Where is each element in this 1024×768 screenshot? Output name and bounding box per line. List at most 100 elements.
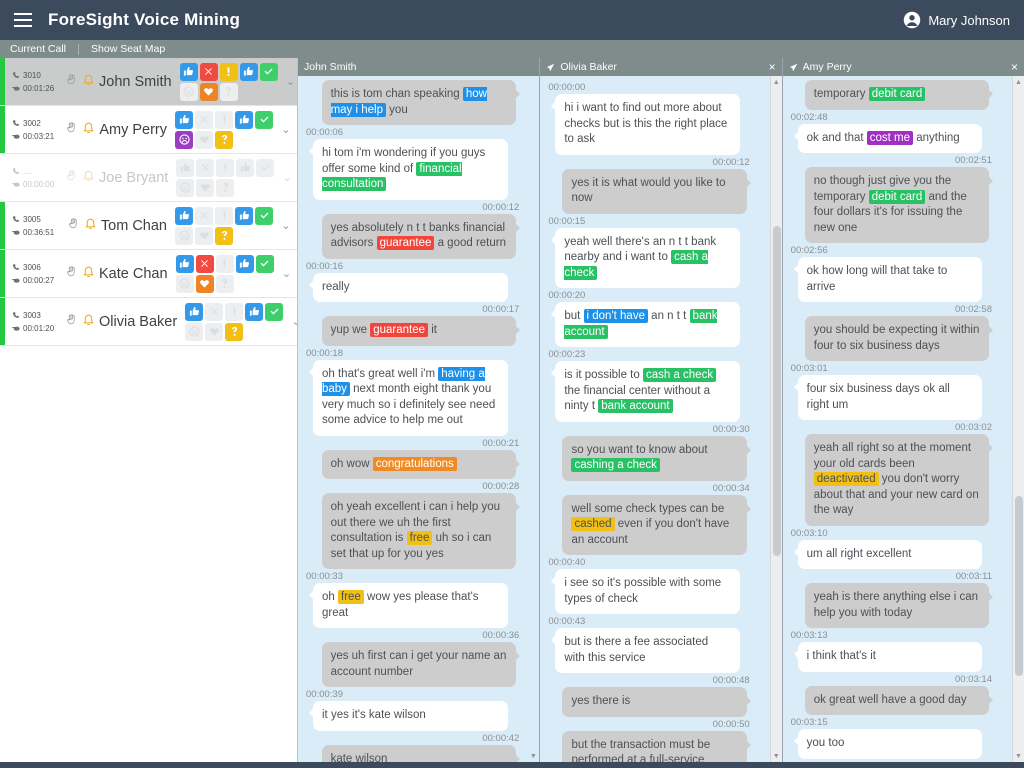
agent-message-bubble: yeah is there anything else i can help y… [804, 583, 994, 628]
thumbs-up-icon[interactable] [175, 206, 193, 225]
call-list-item-kate-chan[interactable]: 3006 00:00:27 Kate Chan ⌄ [0, 250, 297, 298]
sad-face-icon[interactable] [175, 274, 194, 293]
exclamation-icon[interactable] [215, 110, 233, 129]
x-icon[interactable] [196, 158, 215, 177]
hand-icon[interactable] [65, 73, 78, 91]
heart-icon[interactable] [195, 226, 213, 245]
call-list-item-tom-chan[interactable]: 3005 00:36:51 Tom Chan ⌄ [0, 202, 297, 250]
thumbs-up-icon[interactable] [235, 110, 253, 129]
scroll-down-icon[interactable]: ▼ [527, 750, 539, 762]
heart-icon[interactable] [195, 274, 214, 293]
question-icon[interactable] [216, 178, 235, 197]
thumbs-up-icon[interactable] [175, 254, 194, 273]
question-icon[interactable] [215, 274, 234, 293]
x-icon[interactable] [195, 206, 213, 225]
bell-icon[interactable] [82, 169, 95, 187]
close-icon[interactable]: × [769, 61, 776, 73]
call-list-item-john-smith[interactable]: 3010 00:01:26 John Smith ⌄ [0, 58, 297, 106]
agent-message-bubble: temporary debit card [804, 80, 994, 110]
chevron-down-icon[interactable]: ⌄ [285, 315, 297, 328]
message-timestamp: 00:00:00 [548, 82, 586, 93]
x-icon[interactable] [195, 110, 213, 129]
agent-message-bubble: well some check types can be cashed even… [562, 494, 751, 555]
call-list-item-olivia-baker[interactable]: 3003 00:01:20 Olivia Baker ⌄ [0, 298, 297, 346]
vertical-scrollbar[interactable]: ▼ [527, 76, 539, 762]
scroll-down-icon[interactable]: ▼ [771, 750, 782, 762]
exclamation-icon[interactable] [215, 206, 233, 225]
subnav-item-show-seat-map[interactable]: Show Seat Map [91, 43, 165, 55]
check-icon[interactable] [255, 206, 273, 225]
bell-icon[interactable] [82, 121, 95, 139]
x-icon[interactable] [199, 62, 218, 81]
thumbs-up-icon[interactable] [179, 62, 198, 81]
heart-icon[interactable] [195, 130, 213, 149]
bell-icon[interactable] [82, 73, 95, 91]
chevron-down-icon[interactable]: ⌄ [275, 219, 297, 232]
customer-name: Amy Perry [99, 121, 167, 138]
chevron-down-icon[interactable]: ⌄ [276, 267, 297, 280]
thumbs-up-icon[interactable] [239, 62, 258, 81]
question-icon[interactable] [219, 82, 238, 101]
message-timestamp: 00:02:48 [790, 111, 828, 123]
heart-icon[interactable] [205, 322, 224, 341]
hand-icon[interactable] [65, 169, 78, 187]
scrollbar-thumb[interactable] [772, 226, 781, 556]
agent-message-bubble: kate wilson [321, 744, 521, 762]
chevron-down-icon[interactable]: ⌄ [275, 123, 297, 136]
chevron-down-icon[interactable]: ⌄ [276, 171, 297, 184]
sad-face-icon[interactable] [175, 226, 193, 245]
top-bar: ForeSight Voice Mining Mary Johnson [0, 0, 1024, 40]
hand-icon[interactable] [65, 265, 78, 283]
bell-icon[interactable] [84, 217, 97, 235]
vertical-scrollbar[interactable]: ▲ ▼ [769, 76, 782, 762]
x-icon[interactable] [195, 254, 214, 273]
scroll-up-icon[interactable]: ▲ [771, 76, 782, 88]
call-list-item-amy-perry[interactable]: 3002 00:03:21 Amy Perry ⌄ [0, 106, 297, 154]
hand-icon[interactable] [65, 313, 78, 331]
thumbs-up-icon[interactable] [235, 206, 253, 225]
scroll-down-icon[interactable]: ▼ [1013, 750, 1024, 762]
check-icon[interactable] [265, 302, 284, 321]
question-icon[interactable] [225, 322, 244, 341]
hand-icon[interactable] [67, 217, 80, 235]
x-icon[interactable] [205, 302, 224, 321]
thumbs-up-icon[interactable] [245, 302, 264, 321]
bell-icon[interactable] [82, 313, 95, 331]
scrollbar-thumb[interactable] [1014, 496, 1023, 676]
close-icon[interactable]: × [1011, 61, 1018, 73]
scroll-up-icon[interactable]: ▲ [1013, 76, 1024, 88]
exclamation-icon[interactable] [219, 62, 238, 81]
sad-face-icon[interactable] [175, 130, 193, 149]
thumbs-up-icon[interactable] [185, 302, 204, 321]
check-icon[interactable] [256, 158, 275, 177]
heart-icon[interactable] [199, 82, 218, 101]
call-list-item-joe-bryant[interactable]: .... 00:00:00 Joe Bryant ⌄ [0, 154, 297, 202]
chevron-down-icon[interactable]: ⌄ [280, 75, 297, 88]
bell-icon[interactable] [82, 265, 95, 283]
sad-face-icon[interactable] [185, 322, 204, 341]
check-icon[interactable] [259, 62, 278, 81]
thumbs-up-icon[interactable] [236, 158, 255, 177]
hamburger-icon[interactable] [14, 13, 32, 27]
message-timestamp: 00:00:21 [482, 437, 520, 449]
question-icon[interactable] [215, 130, 233, 149]
sad-face-icon[interactable] [176, 178, 195, 197]
pin-icon[interactable] [546, 63, 555, 72]
exclamation-icon[interactable] [225, 302, 244, 321]
pin-icon[interactable] [789, 63, 798, 72]
exclamation-icon[interactable] [215, 254, 234, 273]
thumbs-up-icon[interactable] [235, 254, 254, 273]
check-icon[interactable] [255, 254, 274, 273]
sad-face-icon[interactable] [179, 82, 198, 101]
check-icon[interactable] [255, 110, 273, 129]
subnav-item-current-call[interactable]: Current Call [10, 43, 66, 55]
heart-icon[interactable] [196, 178, 215, 197]
question-icon[interactable] [215, 226, 233, 245]
thumbs-up-icon[interactable] [176, 158, 195, 177]
thumbs-up-icon[interactable] [175, 110, 193, 129]
call-duration-line: 00:00:27 [12, 274, 65, 287]
user-menu[interactable]: Mary Johnson [903, 11, 1010, 29]
exclamation-icon[interactable] [216, 158, 235, 177]
hand-icon[interactable] [65, 121, 78, 139]
vertical-scrollbar[interactable]: ▲ ▼ [1011, 76, 1024, 762]
